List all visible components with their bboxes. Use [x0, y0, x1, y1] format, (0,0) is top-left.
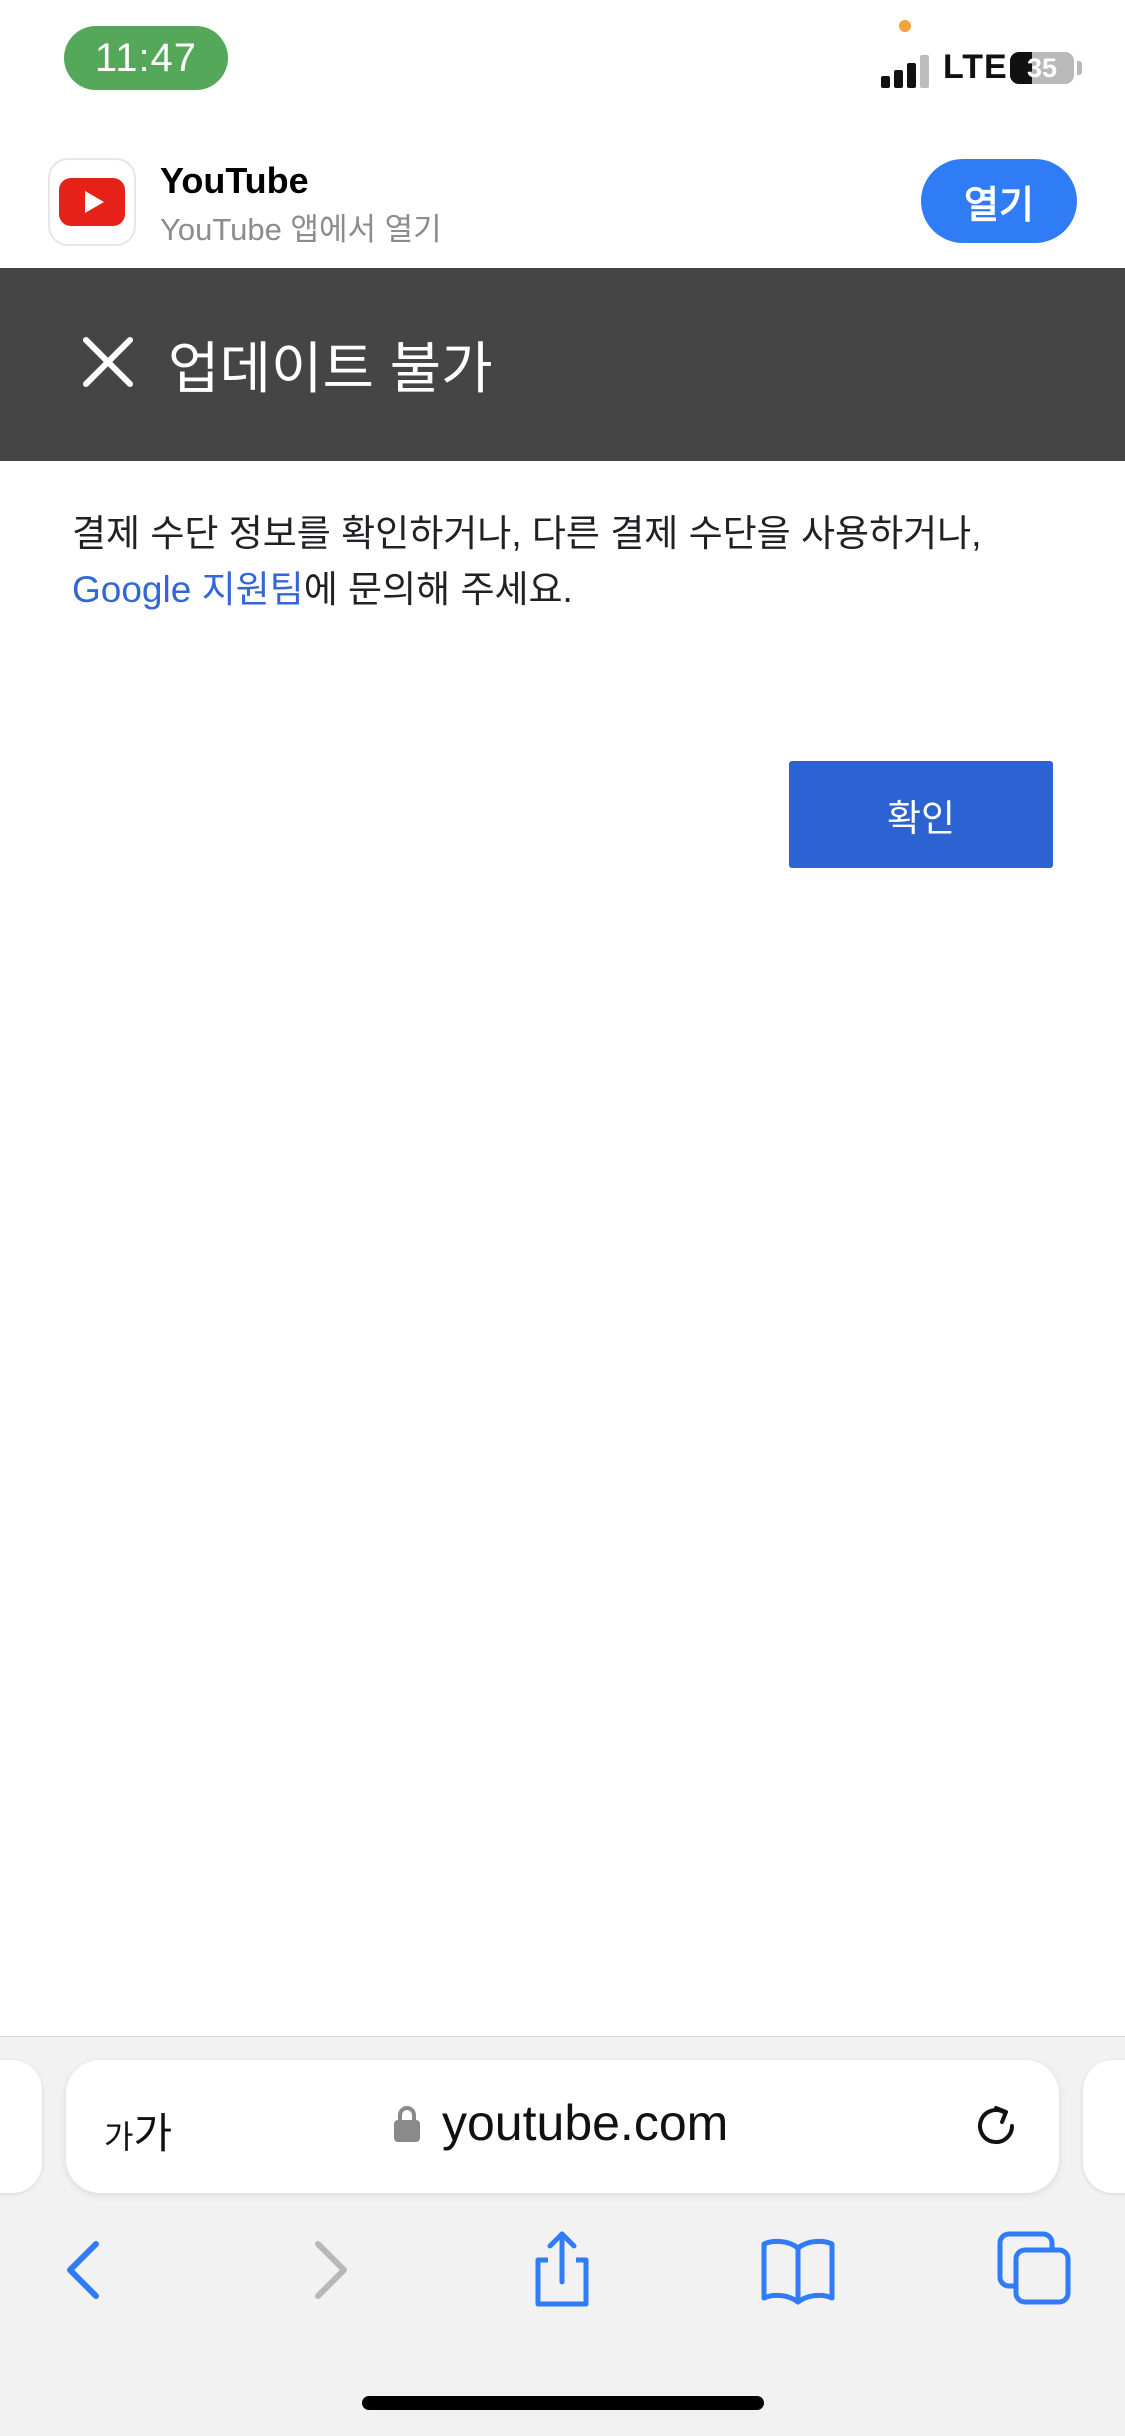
share-icon[interactable] [520, 2228, 604, 2312]
url-text[interactable]: youtube.com [442, 2094, 728, 2152]
text-size-large: 가 [133, 2110, 173, 2157]
back-icon[interactable] [44, 2228, 128, 2312]
smart-app-banner: YouTube YouTube 앱에서 열기 열기 [0, 140, 1125, 268]
open-app-button[interactable]: 열기 [921, 159, 1077, 243]
battery-icon: 35 [1010, 52, 1074, 84]
previous-tab-preview[interactable] [0, 2060, 42, 2193]
privacy-indicator-dot [899, 20, 911, 32]
home-indicator[interactable] [362, 2396, 764, 2410]
network-type: LTE [943, 48, 1008, 86]
forward-icon[interactable] [286, 2228, 370, 2312]
status-time[interactable]: 11:47 [64, 26, 228, 90]
lock-icon [394, 2106, 420, 2142]
message-suffix: 에 문의해 주세요. [303, 569, 573, 610]
battery-percent: 35 [1026, 52, 1058, 83]
next-tab-preview[interactable] [1083, 2060, 1125, 2193]
page: 11:47 LTE 35 YouTube YouTube 앱에서 열기 열기 업… [0, 0, 1125, 2436]
confirm-button[interactable]: 확인 [789, 761, 1053, 868]
page-settings-button[interactable]: 가가 [104, 2100, 172, 2161]
battery-tip [1077, 61, 1082, 75]
support-link[interactable]: Google 지원팀 [72, 569, 304, 610]
dialog-title: 업데이트 불가 [168, 337, 493, 400]
reload-icon[interactable] [966, 2096, 1026, 2156]
cellular-signal-icon [881, 55, 929, 88]
text-size-small: 가 [104, 2119, 134, 2155]
dialog-message: 결제 수단 정보를 확인하거나, 다른 결제 수단을 사용하거나, Google… [72, 506, 1062, 618]
tabs-icon[interactable] [992, 2228, 1076, 2312]
message-prefix: 결제 수단 정보를 확인하거나, 다른 결제 수단을 사용하거나, [72, 513, 982, 554]
address-bar[interactable]: 가가 youtube.com [66, 2060, 1059, 2193]
app-subtitle: YouTube 앱에서 열기 [160, 212, 442, 247]
close-icon[interactable] [78, 332, 138, 392]
bookmarks-icon[interactable] [756, 2228, 840, 2312]
app-name: YouTube [160, 160, 309, 201]
dialog-header: 업데이트 불가 [0, 268, 1125, 461]
status-bar: 11:47 LTE 35 [0, 0, 1125, 140]
youtube-logo-icon[interactable] [48, 158, 136, 246]
